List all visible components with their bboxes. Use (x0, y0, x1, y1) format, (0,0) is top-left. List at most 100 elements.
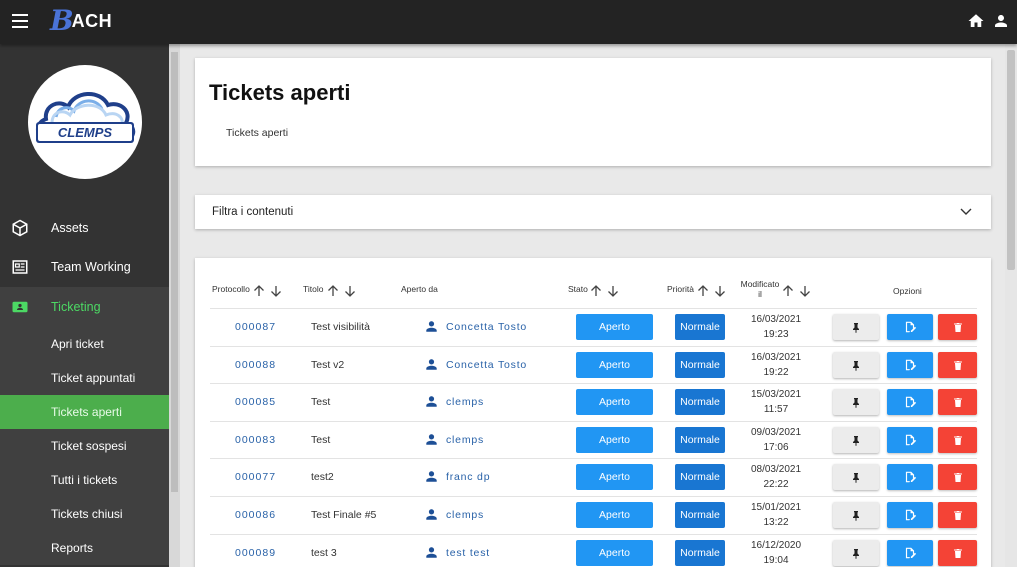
tickets-table-card: Protocollo Titolo Aperto da Stato Priori… (195, 258, 991, 567)
edit-button[interactable] (887, 314, 933, 340)
sidebar-subitem-ticket-sospesi[interactable]: Ticket sospesi (0, 429, 169, 463)
sidebar-subitem-ticket-appuntati[interactable]: Ticket appuntati (0, 361, 169, 395)
sort-asc-icon[interactable] (782, 285, 794, 297)
status-badge[interactable]: Aperto (576, 464, 653, 490)
sort-desc-icon[interactable] (714, 285, 726, 297)
column-header-modificato: Modificato il (739, 279, 781, 299)
delete-button[interactable] (938, 352, 977, 378)
sort-asc-icon[interactable] (327, 285, 339, 297)
trash-icon (953, 322, 962, 332)
pin-button[interactable] (833, 352, 879, 378)
user-link[interactable]: Concetta Tosto (446, 359, 527, 371)
pin-icon (853, 397, 859, 408)
sort-asc-icon[interactable] (590, 285, 602, 297)
cell-protocollo[interactable]: 000083 (235, 434, 276, 446)
sort-asc-icon[interactable] (253, 285, 265, 297)
user-link[interactable]: franc dp (446, 471, 490, 483)
pin-button[interactable] (833, 389, 879, 415)
filter-label: Filtra i contenuti (212, 206, 294, 218)
status-badge[interactable]: Aperto (576, 502, 653, 528)
pin-button[interactable] (833, 540, 879, 566)
delete-button[interactable] (938, 389, 977, 415)
sidebar-item-ticketing[interactable]: Ticketing (0, 287, 169, 327)
filter-panel[interactable]: Filtra i contenuti (195, 195, 991, 229)
user-icon[interactable] (992, 12, 1010, 30)
priority-badge[interactable]: Normale (675, 352, 725, 378)
edit-button[interactable] (887, 352, 933, 378)
pin-button[interactable] (833, 502, 879, 528)
sort-desc-icon[interactable] (344, 285, 356, 297)
sidebar-subitem-tutti-i-tickets[interactable]: Tutti i tickets (0, 463, 169, 497)
cell-modified: 16/03/2021 19:22 (746, 350, 806, 380)
chevron-down-icon[interactable] (960, 207, 972, 217)
sidebar-item-team-working[interactable]: Team Working (0, 247, 169, 287)
edit-button[interactable] (887, 502, 933, 528)
pin-icon (853, 360, 859, 371)
breadcrumb: Tickets aperti (226, 127, 289, 139)
scrollbar-thumb[interactable] (171, 52, 178, 492)
sort-desc-icon[interactable] (607, 285, 619, 297)
trash-icon (953, 548, 962, 558)
user-link[interactable]: clemps (446, 509, 484, 521)
priority-badge[interactable]: Normale (675, 314, 725, 340)
user-link[interactable]: clemps (446, 434, 484, 446)
status-badge[interactable]: Aperto (576, 389, 653, 415)
sort-desc-icon[interactable] (799, 285, 811, 297)
sidebar-subitem-tickets-aperti[interactable]: Tickets aperti (0, 395, 169, 429)
cell-protocollo[interactable]: 000086 (235, 509, 276, 521)
priority-badge[interactable]: Normale (675, 502, 725, 528)
user-link[interactable]: test test (446, 547, 490, 559)
edit-icon (905, 434, 917, 446)
sidebar-subitem-tickets-chiusi[interactable]: Tickets chiusi (0, 497, 169, 531)
brand-logo[interactable]: B ACH (50, 6, 112, 36)
delete-button[interactable] (938, 464, 977, 490)
menu-icon[interactable] (12, 14, 28, 28)
sort-asc-icon[interactable] (697, 285, 709, 297)
delete-button[interactable] (938, 540, 977, 566)
delete-button[interactable] (938, 427, 977, 453)
cell-protocollo[interactable]: 000077 (235, 471, 276, 483)
status-badge[interactable]: Aperto (576, 314, 653, 340)
user-link[interactable]: clemps (446, 396, 484, 408)
priority-badge[interactable]: Normale (675, 464, 725, 490)
edit-button[interactable] (887, 464, 933, 490)
sidebar-subitem-label: Tutti i tickets (51, 473, 118, 487)
user-icon (426, 509, 437, 520)
status-badge[interactable]: Aperto (576, 427, 653, 453)
user-link[interactable]: Concetta Tosto (446, 321, 527, 333)
cell-protocollo[interactable]: 000088 (235, 359, 276, 371)
modified-date: 16/12/2020 (750, 540, 802, 551)
cell-protocollo[interactable]: 000085 (235, 396, 276, 408)
cell-protocollo[interactable]: 000087 (235, 321, 276, 333)
delete-button[interactable] (938, 314, 977, 340)
cell-modified: 15/03/2021 11:57 (746, 387, 806, 417)
priority-badge[interactable]: Normale (675, 427, 725, 453)
status-badge[interactable]: Aperto (576, 352, 653, 378)
delete-button[interactable] (938, 502, 977, 528)
user-icon (426, 359, 437, 370)
main-scrollbar[interactable] (1005, 44, 1017, 567)
sidebar-subitem-apri-ticket[interactable]: Apri ticket (0, 327, 169, 361)
sidebar-item-assets[interactable]: Assets (0, 208, 169, 248)
row-divider (210, 383, 977, 384)
edit-button[interactable] (887, 540, 933, 566)
cell-titolo: Test (311, 434, 331, 446)
priority-badge[interactable]: Normale (675, 389, 725, 415)
pin-icon (853, 322, 859, 333)
pin-button[interactable] (833, 427, 879, 453)
scrollbar-thumb[interactable] (1007, 50, 1015, 270)
sort-desc-icon[interactable] (270, 285, 282, 297)
column-header-protocollo: Protocollo (212, 284, 250, 294)
cell-protocollo[interactable]: 000089 (235, 547, 276, 559)
edit-icon (905, 547, 917, 559)
cell-aperto-da: clemps (425, 395, 484, 408)
priority-badge[interactable]: Normale (675, 540, 725, 566)
pin-button[interactable] (833, 314, 879, 340)
sidebar-scrollbar[interactable] (169, 44, 180, 567)
pin-button[interactable] (833, 464, 879, 490)
sidebar-subitem-reports[interactable]: Reports (0, 531, 169, 565)
status-badge[interactable]: Aperto (576, 540, 653, 566)
edit-button[interactable] (887, 389, 933, 415)
edit-button[interactable] (887, 427, 933, 453)
home-icon[interactable] (967, 12, 985, 30)
